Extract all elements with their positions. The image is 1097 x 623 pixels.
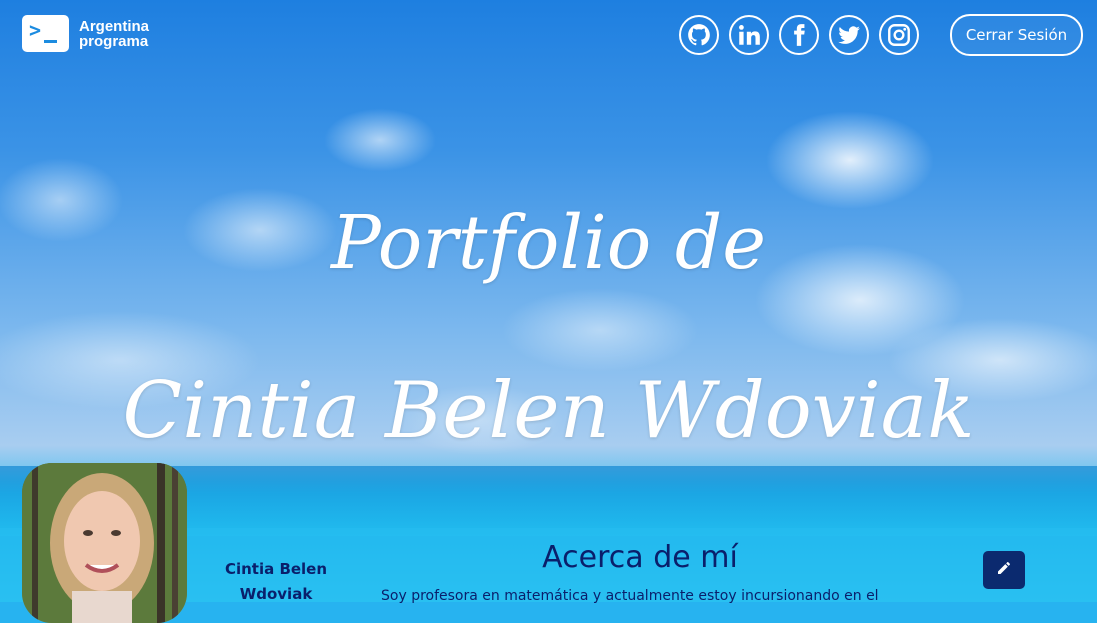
portfolio-title-line-2: Cintia Belen Wdoviak [122, 366, 975, 456]
logo-line-1: Argentina [79, 17, 150, 35]
profile-name: Cintia Belen Wdoviak [206, 557, 346, 607]
profile-name-line-1: Cintia Belen [224, 560, 328, 578]
about-title: Acerca de mí [542, 540, 738, 575]
pencil-icon [996, 560, 1012, 580]
profile-name-line-2: Wdoviak [239, 585, 313, 603]
logout-button[interactable]: Cerrar Sesión [950, 14, 1083, 56]
linkedin-icon[interactable] [729, 15, 769, 55]
github-icon[interactable] [679, 15, 719, 55]
portfolio-title-line-1: Portfolio de [331, 200, 766, 286]
logo-line-2: programa [79, 32, 149, 50]
facebook-icon[interactable] [779, 15, 819, 55]
logo-text: Argentina programa [79, 19, 149, 49]
argentina-programa-logo[interactable]: > Argentina programa [22, 15, 149, 52]
social-links [679, 15, 919, 55]
profile-photo [22, 463, 187, 623]
terminal-icon: > [22, 15, 69, 52]
instagram-icon[interactable] [879, 15, 919, 55]
edit-about-button[interactable] [983, 551, 1025, 589]
twitter-icon[interactable] [829, 15, 869, 55]
